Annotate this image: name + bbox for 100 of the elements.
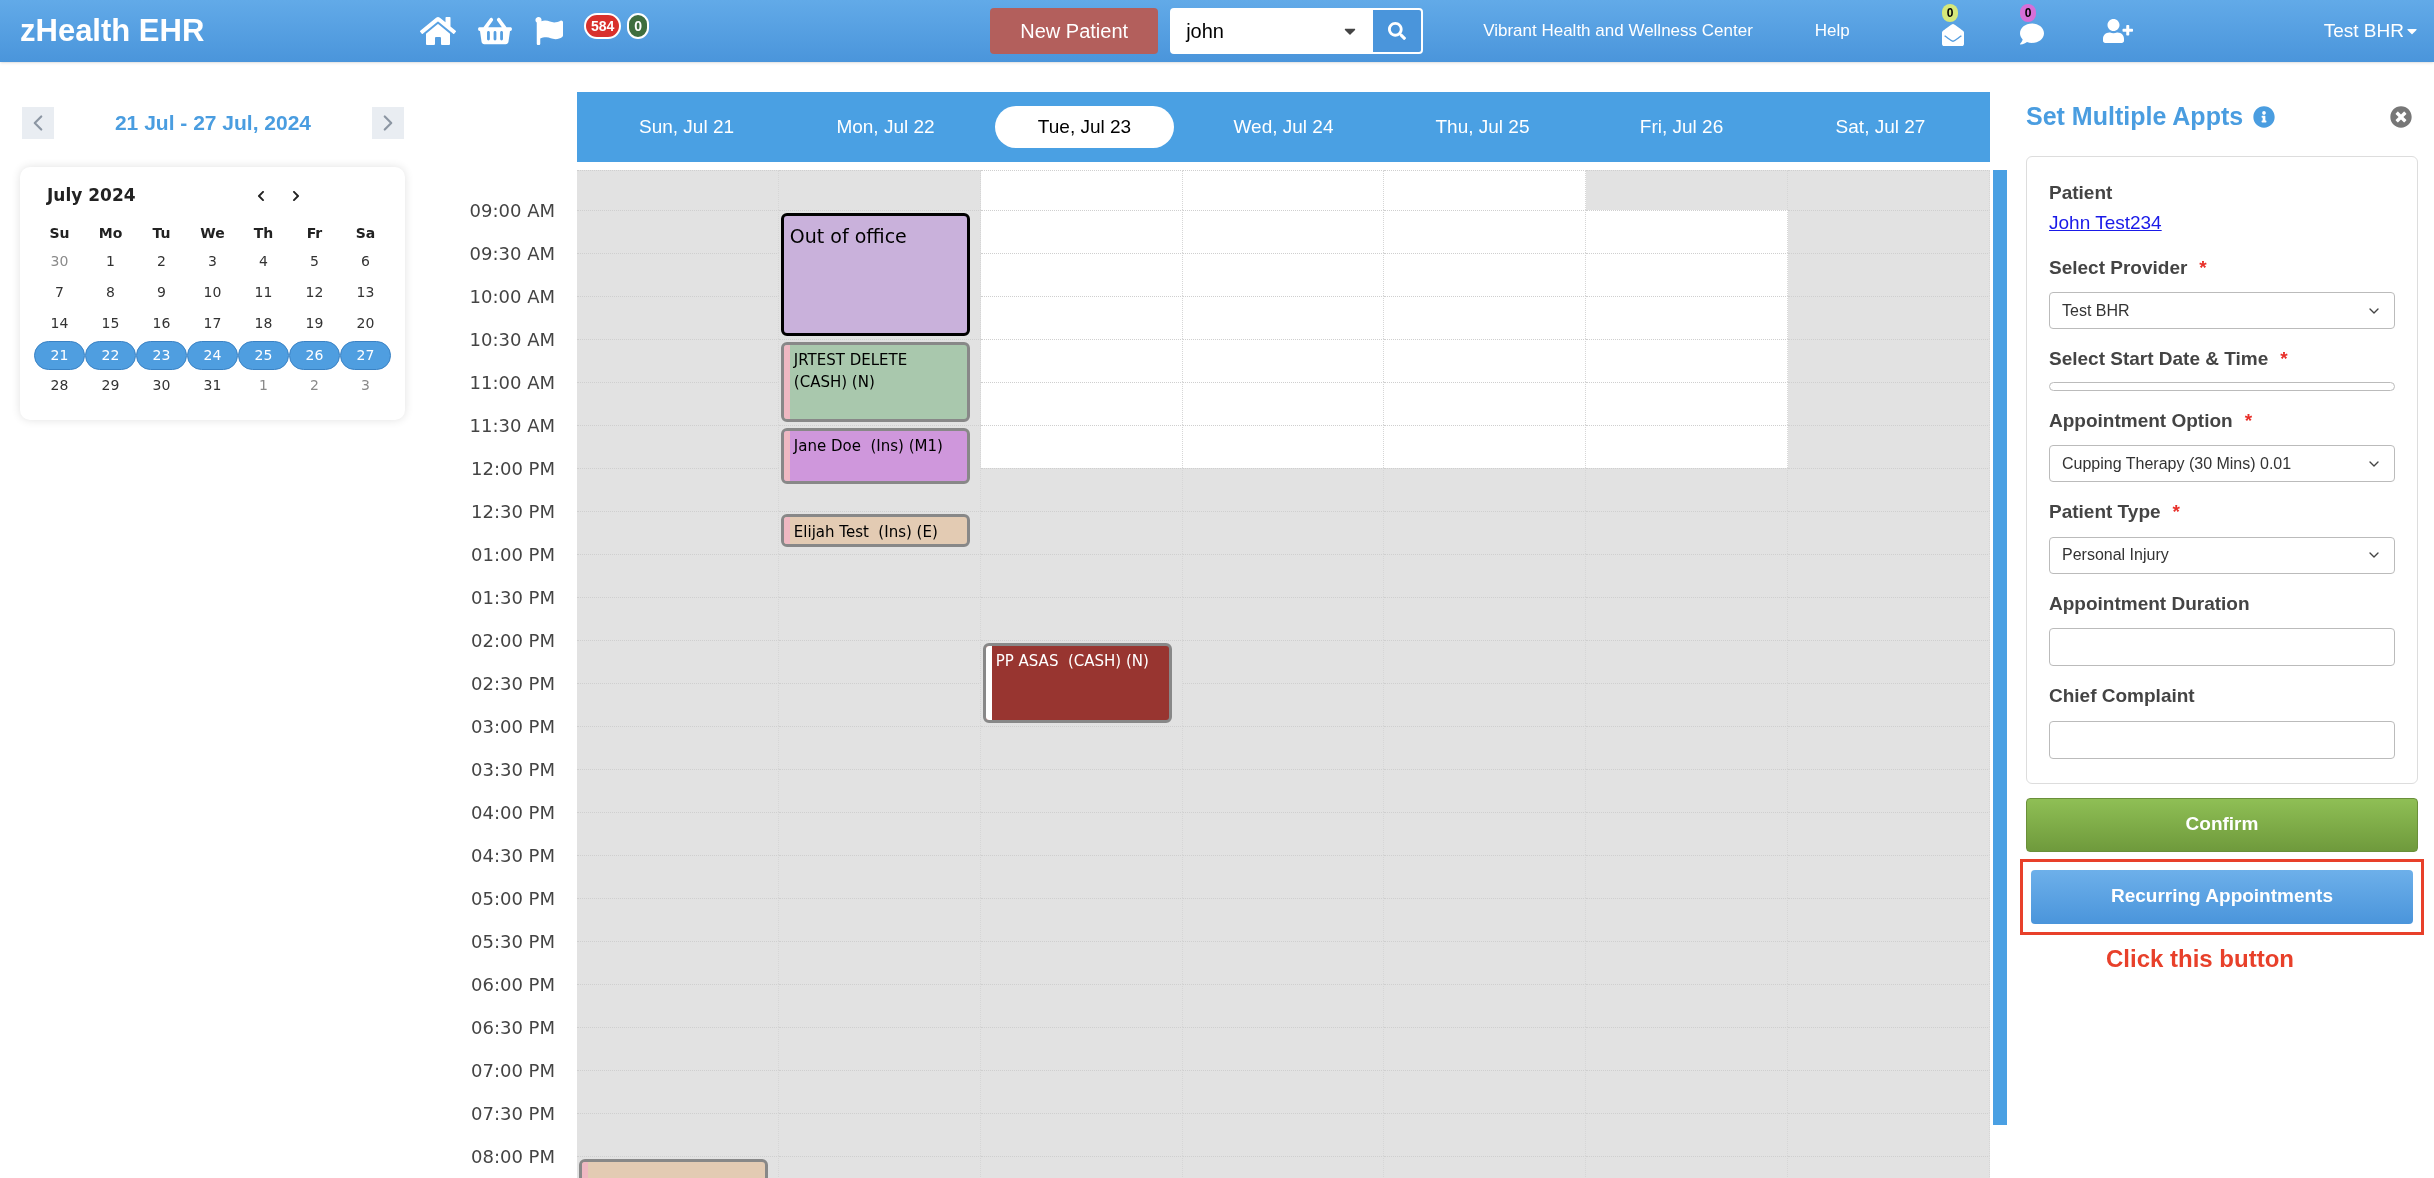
time-label: 05:30 PM xyxy=(471,929,555,954)
count-badge: 0 xyxy=(2019,4,2037,22)
field-label: Appointment Duration xyxy=(2049,591,2250,616)
search-field[interactable]: john xyxy=(1170,8,1424,54)
search-icon xyxy=(1388,22,1407,40)
calendar-day[interactable]: 31 xyxy=(187,372,238,401)
previous-month-icon[interactable] xyxy=(255,190,266,202)
time-label: 06:00 PM xyxy=(471,972,555,997)
close-icon[interactable] xyxy=(2390,105,2412,128)
required-mark: * xyxy=(2280,347,2288,371)
time-label: 07:00 PM xyxy=(471,1058,555,1083)
weekday-label: Tu xyxy=(151,223,172,243)
time-label: 01:00 PM xyxy=(471,542,555,567)
select-field[interactable]: Cupping Therapy (30 Mins) 0.01 xyxy=(2049,445,2395,482)
time-label: 07:30 PM xyxy=(471,1101,555,1126)
field-label: Patient xyxy=(2049,180,2113,205)
input-field[interactable] xyxy=(2049,720,2395,759)
calendar-day[interactable]: 13 xyxy=(340,279,391,308)
select-field[interactable]: Test BHR xyxy=(2049,292,2395,329)
search-value: john xyxy=(1186,19,1225,44)
calendar-day[interactable]: 17 xyxy=(187,310,238,339)
count-badge: 584 xyxy=(584,13,622,39)
calendar-day[interactable]: 15 xyxy=(85,310,136,339)
day-tab[interactable]: Tue, Jul 23 xyxy=(995,106,1174,148)
search-button[interactable] xyxy=(1373,10,1422,52)
month-title: July 2024 xyxy=(47,184,136,208)
calendar-day[interactable]: 11 xyxy=(238,279,289,308)
calendar-day[interactable]: 12 xyxy=(289,279,340,308)
scrollbar[interactable] xyxy=(1993,170,2007,1125)
calendar-day[interactable]: 2 xyxy=(289,372,340,401)
week-range: 21 Jul - 27 Jul, 2024 xyxy=(113,110,313,137)
time-label: 11:30 AM xyxy=(469,413,555,438)
calendar-day[interactable]: 5 xyxy=(289,248,340,277)
calendar-day[interactable]: 19 xyxy=(289,310,340,339)
calendar-day[interactable]: 8 xyxy=(85,279,136,308)
calendar-day[interactable]: 16 xyxy=(136,310,187,339)
field-label: Select Provider xyxy=(2049,255,2188,280)
field-label: Select Start Date & Time xyxy=(2049,347,2269,371)
required-mark: * xyxy=(2244,408,2253,433)
field-label: Patient Type xyxy=(2049,500,2161,524)
calendar-day[interactable]: 3 xyxy=(187,248,238,277)
field-label: Chief Complaint xyxy=(2049,684,2195,708)
patient-link[interactable]: John Test234 xyxy=(2049,209,2395,238)
calendar-day[interactable]: 7 xyxy=(34,279,85,308)
count-badge: 0 xyxy=(1941,4,1959,22)
time-label: 03:00 PM xyxy=(471,714,555,739)
time-slot[interactable]: Jane Doe (Ins) (M1) xyxy=(778,425,981,511)
basket-icon[interactable] xyxy=(478,16,512,46)
time-label: 02:00 PM xyxy=(471,628,555,653)
time-label: 11:00 AM xyxy=(469,370,555,395)
appointment-block[interactable]: Elijah Test (Ins) (E) xyxy=(780,514,970,547)
time-label: 06:30 PM xyxy=(471,1015,555,1040)
time-label: 12:00 PM xyxy=(471,456,555,481)
callout-text: Click this button xyxy=(2106,944,2294,972)
calendar-day[interactable]: 4 xyxy=(238,248,289,277)
time-label: 04:30 PM xyxy=(471,843,555,868)
time-label: 01:30 PM xyxy=(471,585,555,610)
select-field[interactable]: Personal Injury xyxy=(2049,536,2395,574)
new-patient-button[interactable]: New Patient xyxy=(990,8,1159,54)
field-label: Appointment Option xyxy=(2049,408,2233,433)
event-text: Jane Doe (Ins) (M1) xyxy=(792,436,943,457)
next-week-button[interactable] xyxy=(372,107,404,139)
appointment-block[interactable]: Jane Doe (Ins) (M1) xyxy=(780,428,970,484)
home-icon[interactable] xyxy=(420,15,456,47)
time-slot[interactable]: Elijah Test (Ins) (E) xyxy=(778,511,981,554)
time-label: 05:00 PM xyxy=(471,886,555,911)
previous-week-button[interactable] xyxy=(22,107,54,139)
calendar-day[interactable]: 6 xyxy=(340,248,391,277)
next-month-icon[interactable] xyxy=(290,190,301,202)
calendar-day[interactable]: 29 xyxy=(85,372,136,401)
input-field[interactable] xyxy=(2049,628,2395,666)
add-user-icon[interactable] xyxy=(2102,19,2133,43)
mail-icon[interactable] xyxy=(1939,24,1966,46)
time-label: 03:30 PM xyxy=(471,757,555,782)
panel-title: Set Multiple Appts xyxy=(2026,101,2244,132)
calendar-day[interactable]: 14 xyxy=(34,310,85,339)
chat-icon[interactable] xyxy=(2017,22,2046,46)
time-label: 10:30 AM xyxy=(469,327,555,352)
event-text: Elijah Test (Ins) (E) xyxy=(792,522,938,543)
calendar-day[interactable]: 3 xyxy=(340,372,391,401)
flag-icon[interactable] xyxy=(534,17,564,45)
time-label: 08:00 PM xyxy=(471,1144,555,1169)
weekday-label: We xyxy=(199,223,226,243)
required-mark: * xyxy=(2172,500,2180,524)
calendar-day[interactable]: 9 xyxy=(136,279,187,308)
calendar-day[interactable]: 18 xyxy=(238,310,289,339)
calendar-day[interactable]: 10 xyxy=(187,279,238,308)
calendar-day[interactable]: 2 xyxy=(136,248,187,277)
select-value: Test BHR xyxy=(2062,300,2131,321)
weekday-label: Su xyxy=(48,223,71,243)
calendar-day[interactable]: 30 xyxy=(34,248,85,277)
calendar-day[interactable]: 28 xyxy=(34,372,85,401)
event-text: JRTEST DELETE (CASH) (N) xyxy=(792,350,909,393)
calendar-day[interactable]: 1 xyxy=(85,248,136,277)
count-badge: 0 xyxy=(627,13,650,39)
event-text: Out of office xyxy=(788,224,907,249)
info-icon[interactable] xyxy=(2253,105,2276,128)
calendar-day[interactable]: 20 xyxy=(340,310,391,339)
calendar-day[interactable]: 30 xyxy=(136,372,187,401)
required-mark: * xyxy=(2199,255,2207,280)
